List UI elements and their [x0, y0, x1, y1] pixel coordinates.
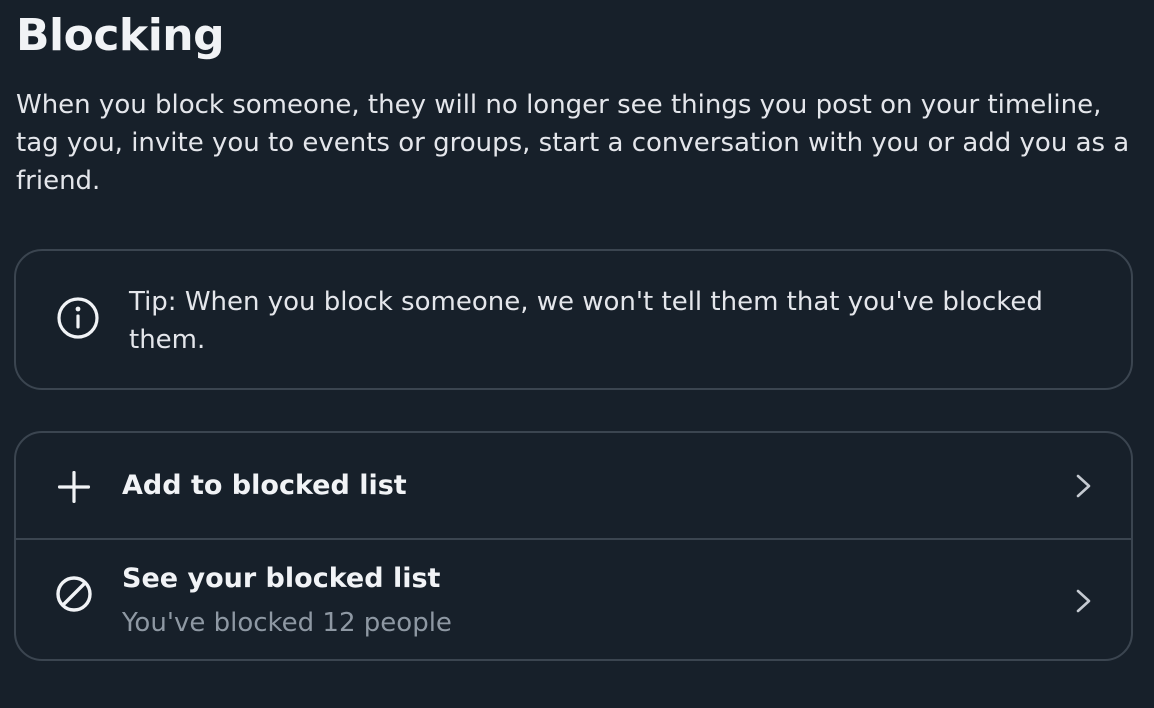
see-blocked-list-row[interactable]: See your blocked list You've blocked 12 …: [16, 540, 1131, 659]
block-icon: [56, 576, 92, 612]
chevron-right-icon: [1076, 589, 1091, 613]
info-icon: [57, 297, 99, 339]
blocking-settings-page: Blocking When you block someone, they wi…: [0, 0, 1154, 708]
add-to-blocked-list-label: Add to blocked list: [122, 470, 407, 501]
page-description: When you block someone, they will no lon…: [16, 90, 1130, 196]
see-blocked-list-label: See your blocked list: [122, 563, 441, 594]
add-to-blocked-list-row[interactable]: Add to blocked list: [16, 433, 1131, 539]
blocked-count-text: You've blocked 12 people: [122, 608, 452, 638]
tip-card: Tip: When you block someone, we won't te…: [14, 249, 1133, 390]
blocked-list-card: Add to blocked list See your blocked lis…: [14, 431, 1133, 661]
chevron-right-icon: [1076, 474, 1091, 498]
tip-text: Tip: When you block someone, we won't te…: [129, 287, 1043, 355]
page-title: Blocking: [16, 10, 225, 61]
plus-icon: [58, 471, 90, 503]
